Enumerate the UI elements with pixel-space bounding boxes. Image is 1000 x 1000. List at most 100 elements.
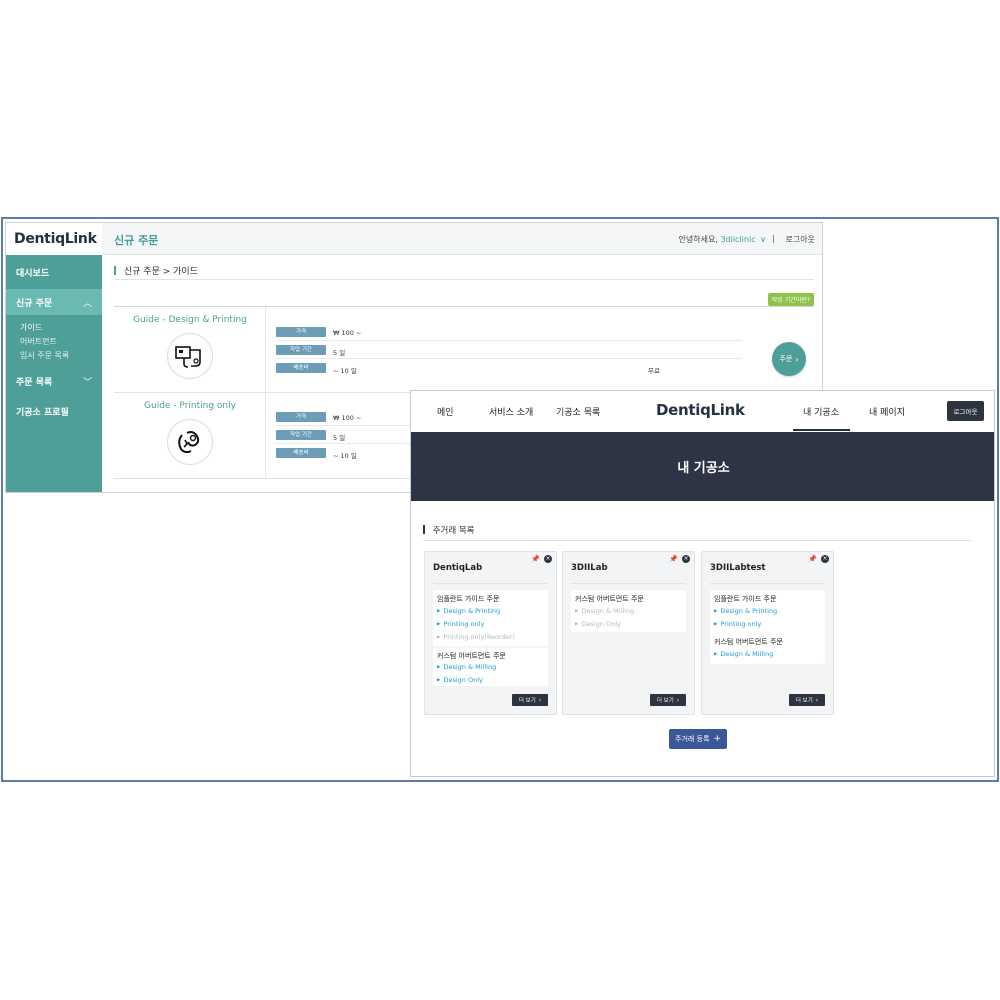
breadcrumb-separator-icon: > (162, 267, 174, 277)
admin-logo[interactable]: DentiqLink (6, 223, 102, 255)
lab-card: 📌 × 3DIILabtest 임플란트 가이드 주문 ▶ Design & Pr… (701, 551, 834, 715)
sidebar-subitem-guide[interactable]: 가이드 (20, 322, 42, 333)
order-group-box: 커스텀 어버트먼트 주문 ▶ Design & Milling ▶ Design O… (571, 590, 686, 632)
divider (276, 425, 414, 426)
sidebar-subitem-abutment[interactable]: 어버트먼트 (20, 336, 57, 347)
order-option-disabled: ▶ Design Only (575, 620, 621, 628)
product-title: Guide - Design & Printing (133, 315, 247, 325)
caret-right-icon: ▶ (437, 665, 441, 670)
order-option-link[interactable]: ▶ Design & Milling (437, 663, 496, 671)
order-option-link[interactable]: ▶ Printing only (714, 620, 761, 628)
divider (423, 540, 972, 541)
sidebar-item-order-list[interactable]: 주문 목록 ﹀ (6, 368, 102, 394)
section-title-text: 주거래 목록 (432, 526, 475, 536)
admin-topbar: 신규 주문 안녕하세요, 3diiclinic ∨ | 로그아웃 (102, 223, 822, 255)
divider (710, 583, 825, 584)
divider (433, 583, 548, 584)
close-icon[interactable]: × (544, 555, 552, 563)
logout-button[interactable]: 로그아웃 (947, 401, 984, 421)
more-button[interactable]: 더 보기 › (789, 694, 825, 706)
order-button-label: 주문 (779, 355, 793, 363)
spec-value-price: ₩ 100 ~ (333, 329, 362, 337)
guide-printing-icon (167, 419, 213, 465)
sidebar-item-label: 기공소 프로필 (16, 407, 69, 418)
caret-right-icon: ▶ (714, 652, 718, 657)
breadcrumb-current: 가이드 (173, 267, 198, 277)
spec-label-period: 작업 기간 (276, 430, 326, 440)
sidebar-item-label: 신규 주문 (16, 298, 53, 309)
order-option-link[interactable]: ▶ Design & Printing (437, 607, 500, 615)
sidebar-item-lab-profile[interactable]: 기공소 프로필 (6, 398, 102, 424)
order-button[interactable]: 주문 › (772, 342, 806, 376)
caret-right-icon: ▶ (575, 609, 579, 614)
guide-design-printing-icon (167, 333, 213, 379)
product-title: Guide - Printing only (144, 401, 236, 411)
add-partner-label: 주거래 등록 (675, 735, 710, 743)
group-title: 임플란트 가이드 주문 (437, 595, 500, 603)
chevron-down-icon: ﹀ (82, 377, 92, 388)
client-window: 메인 서비스 소개 기공소 목록 DentiqLink 내 기공소 내 페이지 … (410, 390, 995, 777)
spec-label-shipping: 배송비 (276, 363, 326, 373)
more-button[interactable]: 더 보기 › (512, 694, 548, 706)
work-period-badge[interactable]: 작업 기간이란? (767, 293, 814, 306)
chevron-down-icon[interactable]: ∨ (760, 235, 766, 244)
nav-main[interactable]: 메인 (437, 405, 454, 418)
caret-right-icon: ▶ (437, 678, 441, 683)
lab-name: 3DIILabtest (710, 563, 766, 573)
more-button[interactable]: 더 보기 › (650, 694, 686, 706)
order-option-link[interactable]: ▶ Printing only (437, 620, 484, 628)
top-nav: 메인 서비스 소개 기공소 목록 DentiqLink 내 기공소 내 페이지 … (411, 391, 994, 432)
order-option-link[interactable]: ▶ Design Only (437, 676, 483, 684)
group-title: 커스텀 어버트먼트 주문 (575, 595, 644, 603)
logout-link[interactable]: 로그아웃 (786, 234, 815, 245)
divider (114, 279, 814, 280)
divider (571, 583, 686, 584)
spec-label-price: 가격 (276, 412, 326, 422)
divider (276, 358, 742, 359)
caret-right-icon: ▶ (437, 609, 441, 614)
lab-card: 📌 × DentiqLab 임플란트 가이드 주문 ▶ Design & Prin… (424, 551, 557, 715)
section-title: 주거래 목록 (423, 524, 475, 536)
close-icon[interactable]: × (682, 555, 690, 563)
active-tab-indicator (793, 429, 850, 431)
group-title: 임플란트 가이드 주문 (714, 595, 777, 603)
lab-name: DentiqLab (433, 563, 483, 573)
section-marker (114, 266, 116, 275)
caret-right-icon: ▶ (714, 609, 718, 614)
order-option-link[interactable]: ▶ Design & Printing (714, 607, 777, 615)
chevron-right-icon: › (815, 696, 819, 704)
lab-card: 📌 × 3DIILab 커스텀 어버트먼트 주문 ▶ Design & Milli… (562, 551, 695, 715)
greeting-text: 안녕하세요, (678, 235, 718, 244)
divider (276, 443, 414, 444)
user-menu[interactable]: 안녕하세요, 3diiclinic ∨ (679, 234, 766, 245)
order-option-link[interactable]: ▶ Design & Milling (714, 650, 773, 658)
nav-lab-list[interactable]: 기공소 목록 (556, 405, 600, 418)
close-icon[interactable]: × (821, 555, 829, 563)
sidebar-item-dashboard[interactable]: 대시보드 (6, 259, 102, 285)
nav-service[interactable]: 서비스 소개 (489, 405, 533, 418)
sidebar-subitem-temp-orders[interactable]: 임시 주문 목록 (20, 350, 69, 361)
pin-icon[interactable]: 📌 (808, 555, 817, 563)
sidebar: 대시보드 신규 주문 ︿ 가이드 어버트먼트 임시 주문 목록 주문 목록 ﹀ … (6, 255, 102, 492)
product-design-printing: Guide - Design & Printing (114, 307, 266, 392)
nav-my-page[interactable]: 내 페이지 (869, 405, 905, 418)
spec-label-price: 가격 (276, 327, 326, 337)
spec-value-shipping: ~ 10 일 (333, 367, 357, 375)
caret-right-icon: ▶ (437, 622, 441, 627)
pin-icon[interactable]: 📌 (669, 555, 678, 563)
caret-right-icon: ▶ (437, 635, 441, 640)
pin-icon[interactable]: 📌 (531, 555, 540, 563)
sidebar-item-new-order[interactable]: 신규 주문 ︿ (6, 289, 102, 315)
sidebar-item-label: 주문 목록 (16, 377, 53, 388)
order-option-disabled: ▶ Printing only(Reorder) (437, 633, 515, 641)
add-partner-button[interactable]: 주거래 등록 + (669, 729, 727, 749)
nav-my-lab[interactable]: 내 기공소 (803, 405, 839, 418)
hero-banner: 내 기공소 (411, 432, 994, 501)
divider: | (772, 234, 775, 243)
site-logo[interactable]: DentiqLink (656, 401, 745, 419)
breadcrumb-parent[interactable]: 신규 주문 (124, 267, 160, 277)
group-title: 커스텀 어버트먼트 주문 (714, 638, 783, 646)
spec-value-free: 무료 (648, 367, 660, 375)
caret-right-icon: ▶ (575, 622, 579, 627)
user-name[interactable]: 3diiclinic (720, 235, 755, 244)
